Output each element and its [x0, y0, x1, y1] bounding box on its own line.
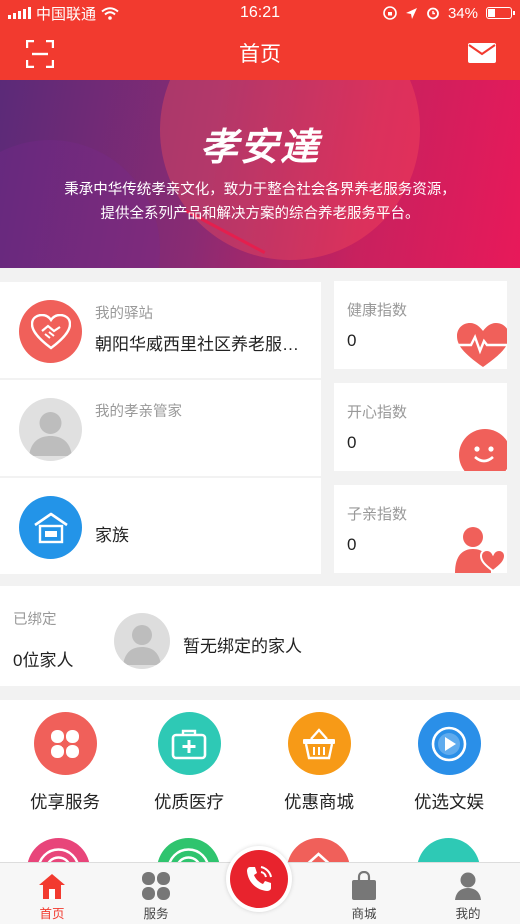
health-index-value: 0 — [347, 331, 357, 350]
smile-icon — [459, 429, 507, 471]
bound-count: 0位家人 — [13, 651, 74, 670]
handshake-icon — [19, 300, 82, 363]
battery-percent: 34% — [447, 4, 478, 22]
wifi-icon — [101, 6, 119, 20]
phone-call-icon — [247, 866, 272, 891]
avatar-placeholder-icon — [19, 398, 82, 461]
tab-label: 首页 — [39, 907, 65, 921]
tab-label: 商城 — [351, 907, 377, 921]
parent-child-index-label: 子亲指数 — [347, 506, 408, 523]
call-button[interactable] — [226, 846, 292, 912]
service-medical[interactable]: 优质医疗 — [124, 712, 254, 814]
service-premium[interactable]: 优享服务 — [0, 712, 130, 814]
happy-index-label: 开心指数 — [347, 404, 408, 421]
happy-index-card[interactable]: 开心指数 0 — [334, 383, 507, 471]
station-name: 朝阳华威西里社区养老服务驿站 — [95, 335, 315, 354]
tab-mine[interactable]: 我的 — [416, 869, 520, 922]
happy-index-value: 0 — [347, 433, 357, 452]
service-label: 优质医疗 — [154, 792, 224, 812]
top-navbar: 首页 — [0, 26, 520, 80]
family-card[interactable]: 家族 — [0, 478, 321, 574]
banner-text-line-2: 提供全系列产品和解决方案的综合养老服务平台。 — [100, 206, 420, 222]
bound-family-card[interactable]: 已绑定 0位家人 暂无绑定的家人 — [0, 586, 520, 686]
grid-icon — [142, 872, 170, 900]
heart-pulse-icon — [457, 323, 507, 367]
battery-icon — [486, 7, 515, 19]
shopping-basket-icon — [287, 712, 351, 775]
play-icon — [417, 712, 481, 775]
bag-icon — [352, 871, 376, 900]
status-bar: 中国联通 16:21 34% — [0, 0, 520, 26]
alarm-icon — [427, 7, 439, 20]
service-label: 优享服务 — [30, 792, 100, 812]
parent-child-index-card[interactable]: 子亲指数 0 — [334, 485, 507, 573]
rotation-lock-icon — [383, 6, 397, 20]
clock: 16:21 — [239, 4, 281, 21]
bound-label: 已绑定 — [13, 612, 57, 628]
signal-icon — [8, 7, 31, 19]
tab-service[interactable]: 服务 — [104, 869, 208, 922]
service-mall[interactable]: 优惠商城 — [254, 712, 384, 814]
person-icon — [455, 872, 481, 900]
parent-child-index-value: 0 — [347, 535, 357, 554]
no-bound-family-text: 暂无绑定的家人 — [183, 637, 302, 656]
page-title: 首页 — [239, 43, 281, 66]
health-index-card[interactable]: 健康指数 0 — [334, 281, 507, 369]
location-icon — [405, 7, 417, 19]
mail-icon[interactable] — [468, 43, 496, 63]
carrier-name: 中国联通 — [36, 5, 97, 23]
clover-icon — [33, 712, 97, 775]
service-label: 优选文娱 — [414, 792, 484, 812]
brand-logo: 孝安達 — [199, 124, 320, 169]
tab-label: 我的 — [455, 907, 481, 921]
family-label: 家族 — [95, 526, 129, 545]
promo-banner[interactable]: 孝安達 秉承中华传统孝亲文化，致力于整合社会各界养老服务资源， 提供全系列产品和… — [0, 80, 520, 268]
butler-label: 我的孝亲管家 — [95, 404, 182, 420]
family-house-icon — [19, 496, 82, 559]
medical-kit-icon — [157, 712, 221, 775]
service-entertainment[interactable]: 优选文娱 — [384, 712, 514, 814]
tab-label: 服务 — [143, 907, 169, 921]
station-label: 我的驿站 — [95, 306, 153, 322]
health-index-label: 健康指数 — [347, 302, 408, 319]
avatar-placeholder-icon — [114, 613, 170, 669]
tab-mall[interactable]: 商城 — [312, 869, 416, 922]
scan-icon[interactable] — [26, 40, 54, 68]
my-station-card[interactable]: 我的驿站 朝阳华威西里社区养老服务驿站 — [0, 282, 321, 378]
service-label: 优惠商城 — [284, 792, 354, 812]
banner-text-line-1: 秉承中华传统孝亲文化，致力于整合社会各界养老服务资源， — [64, 182, 456, 198]
tab-home[interactable]: 首页 — [0, 869, 104, 922]
my-butler-card[interactable]: 我的孝亲管家 — [0, 380, 321, 476]
home-icon — [39, 874, 65, 899]
parent-child-icon — [455, 527, 507, 573]
